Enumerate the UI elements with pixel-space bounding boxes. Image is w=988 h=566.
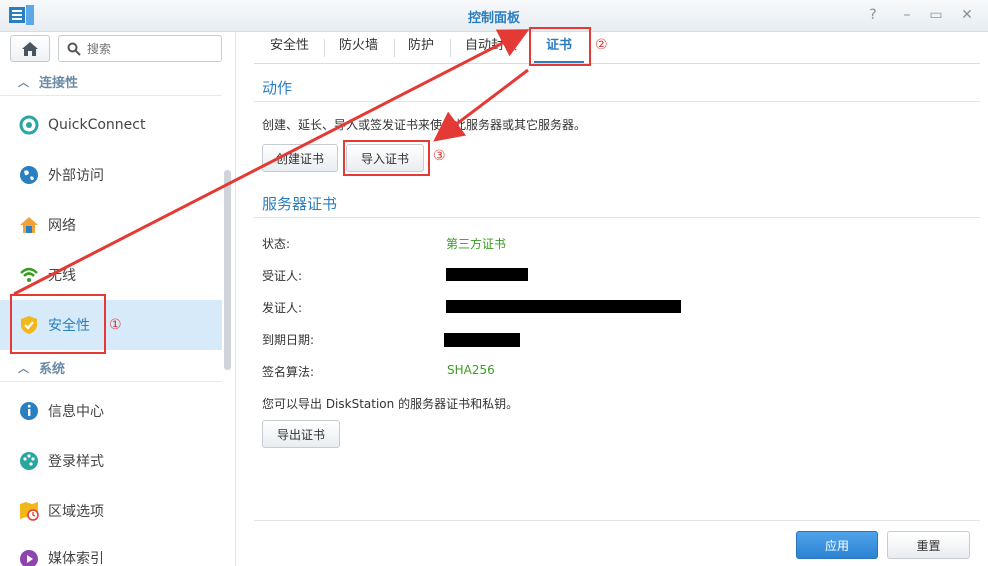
tab-divider	[450, 39, 451, 57]
status-value: 第三方证书	[446, 237, 507, 251]
issuer-redacted	[446, 300, 681, 313]
annotation-marker-1: ①	[109, 317, 122, 333]
chevron-up-icon: ︿	[18, 75, 29, 89]
sidebar-item-wireless[interactable]: 无线	[0, 250, 222, 300]
chevron-up-icon: ︿	[18, 361, 29, 375]
tab-divider	[324, 39, 325, 57]
sidebar-item-label: 区域选项	[48, 504, 104, 520]
actions-section-title: 动作	[262, 79, 293, 97]
help-icon[interactable]: ?	[862, 5, 884, 25]
annotation-box-certificate-tab	[529, 27, 591, 66]
sidebar-item-info-center[interactable]: 信息中心	[0, 386, 222, 436]
sidebar-item-regional-options[interactable]: 区域选项	[0, 486, 222, 536]
network-house-icon	[18, 214, 40, 236]
signature-algorithm-label: 签名算法:	[262, 365, 315, 379]
sidebar-item-media-index[interactable]: 媒体索引	[0, 536, 222, 566]
group-label: 连接性	[39, 76, 79, 91]
section-divider	[254, 101, 980, 102]
home-icon	[22, 41, 38, 56]
tab-bar: 安全性 防火墙 防护 自动封锁 证书	[254, 32, 980, 64]
tab-divider	[394, 39, 395, 57]
sidebar-item-label: 信息中心	[48, 404, 104, 420]
issuer-label: 发证人:	[262, 301, 303, 315]
sidebar-item-label: 登录样式	[48, 454, 104, 470]
create-certificate-button[interactable]: 创建证书	[262, 144, 338, 172]
sidebar-item-quickconnect[interactable]: QuickConnect	[0, 100, 222, 150]
sidebar-item-label: 无线	[48, 268, 76, 284]
signature-algorithm-value: SHA256	[447, 363, 495, 377]
tab-auto-block[interactable]: 自动封锁	[453, 32, 529, 63]
wifi-icon	[18, 264, 40, 286]
group-system[interactable]: ︿ 系统	[0, 354, 222, 382]
annotation-box-security	[10, 294, 106, 354]
subject-label: 受证人:	[262, 269, 303, 283]
sidebar-item-external-access[interactable]: 外部访问	[0, 150, 222, 200]
export-certificate-button[interactable]: 导出证书	[262, 420, 340, 448]
sidebar-item-label: 媒体索引	[48, 551, 104, 566]
sidebar-item-label: 网络	[48, 218, 76, 234]
close-icon[interactable]: ✕	[956, 5, 978, 25]
annotation-marker-3: ③	[433, 148, 446, 164]
footer-divider	[254, 520, 980, 521]
reset-button[interactable]: 重置	[887, 531, 970, 559]
info-icon	[18, 400, 40, 422]
subject-redacted	[446, 268, 528, 281]
quickconnect-icon	[18, 114, 40, 136]
expiry-date-redacted	[444, 333, 520, 347]
server-cert-section-title: 服务器证书	[262, 195, 338, 213]
sidebar-item-login-style[interactable]: 登录样式	[0, 436, 222, 486]
tab-protection[interactable]: 防护	[396, 32, 446, 63]
minimize-icon[interactable]: –	[896, 5, 918, 25]
home-button[interactable]	[10, 35, 50, 62]
section-divider	[254, 217, 980, 218]
tab-firewall[interactable]: 防火墙	[327, 32, 390, 63]
group-connectivity[interactable]: ︿ 连接性	[0, 68, 222, 96]
map-clock-icon	[18, 500, 40, 522]
status-label: 状态:	[262, 237, 291, 251]
title-bar: 控制面板 ? – ▭ ✕	[0, 0, 988, 32]
actions-description: 创建、延长、导入或签发证书来使用此服务器或其它服务器。	[262, 118, 587, 132]
sidebar-item-label: QuickConnect	[48, 117, 146, 133]
search-box[interactable]	[58, 35, 222, 62]
sidebar-item-label: 外部访问	[48, 168, 104, 184]
tab-security[interactable]: 安全性	[258, 32, 321, 63]
search-input[interactable]	[87, 41, 207, 56]
sidebar-item-network[interactable]: 网络	[0, 200, 222, 250]
annotation-box-import-button	[343, 140, 430, 176]
search-icon	[67, 42, 81, 56]
export-note: 您可以导出 DiskStation 的服务器证书和私钥。	[262, 397, 519, 411]
annotation-marker-2: ②	[595, 37, 608, 53]
apply-button[interactable]: 应用	[796, 531, 878, 559]
maximize-icon[interactable]: ▭	[925, 5, 947, 25]
group-label: 系统	[39, 362, 66, 377]
palette-icon	[18, 450, 40, 472]
expiry-date-label: 到期日期:	[262, 333, 315, 347]
sidebar-scrollbar[interactable]	[224, 170, 231, 370]
media-index-icon	[18, 548, 40, 566]
globe-icon	[18, 164, 40, 186]
window-title: 控制面板	[467, 11, 520, 26]
